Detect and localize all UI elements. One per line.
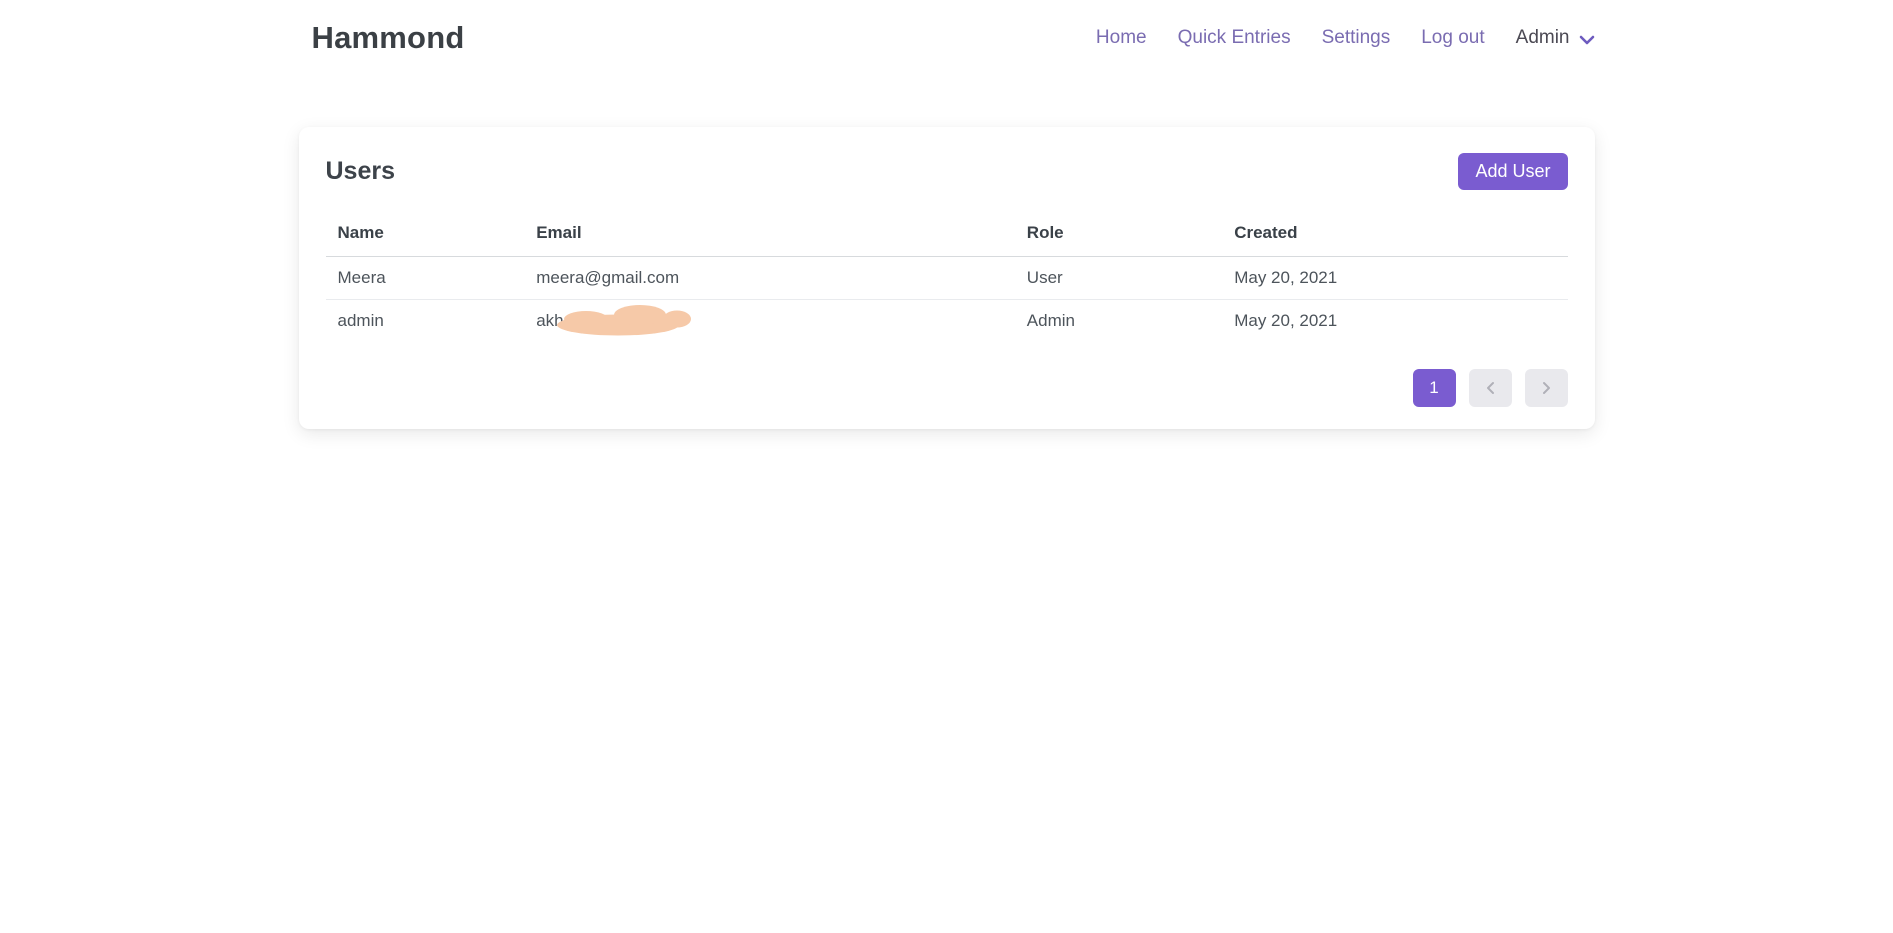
cell-created: May 20, 2021 — [1222, 300, 1567, 343]
page-1-button[interactable]: 1 — [1413, 369, 1456, 407]
users-card: Users Add User Name Email Role Created — [299, 127, 1595, 429]
column-header-created: Created — [1222, 214, 1567, 257]
table-row: admin akh — [326, 300, 1568, 343]
cell-name: Meera — [326, 257, 525, 300]
add-user-button[interactable]: Add User — [1458, 153, 1567, 190]
column-header-name: Name — [326, 214, 525, 257]
chevron-down-icon — [1579, 35, 1595, 45]
cell-name: admin — [326, 300, 525, 343]
user-menu-dropdown[interactable]: Admin — [1516, 27, 1595, 49]
users-table: Name Email Role Created Meera meera@gmai… — [326, 214, 1568, 342]
app-header: Hammond Home Quick Entries Settings Log … — [0, 0, 1893, 80]
nav-item-logout[interactable]: Log out — [1421, 27, 1484, 49]
cell-email: akh — [524, 300, 1015, 343]
pagination: 1 — [326, 369, 1568, 413]
cell-email: meera@gmail.com — [524, 257, 1015, 300]
main-nav: Home Quick Entries Settings Log out Admi… — [1096, 27, 1595, 49]
chevron-left-icon — [1485, 381, 1496, 395]
cell-role: User — [1015, 257, 1222, 300]
nav-item-settings[interactable]: Settings — [1322, 27, 1391, 49]
column-header-role: Role — [1015, 214, 1222, 257]
cell-role: Admin — [1015, 300, 1222, 343]
next-page-button[interactable] — [1525, 369, 1568, 407]
table-row: Meera meera@gmail.com User May 20, 2021 — [326, 257, 1568, 300]
nav-item-home[interactable]: Home — [1096, 27, 1147, 49]
user-menu-label: Admin — [1516, 27, 1570, 49]
cell-created: May 20, 2021 — [1222, 257, 1567, 300]
table-header-row: Name Email Role Created — [326, 214, 1568, 257]
chevron-right-icon — [1541, 381, 1552, 395]
prev-page-button[interactable] — [1469, 369, 1512, 407]
nav-item-quick-entries[interactable]: Quick Entries — [1178, 27, 1291, 49]
redaction-scribble — [556, 302, 692, 340]
users-card-header: Users Add User — [326, 153, 1568, 190]
brand-logo[interactable]: Hammond — [299, 20, 465, 56]
page-title: Users — [326, 157, 396, 186]
redacted-email-text: akh — [536, 311, 563, 330]
main-content: Users Add User Name Email Role Created — [0, 127, 1893, 429]
column-header-email: Email — [524, 214, 1015, 257]
